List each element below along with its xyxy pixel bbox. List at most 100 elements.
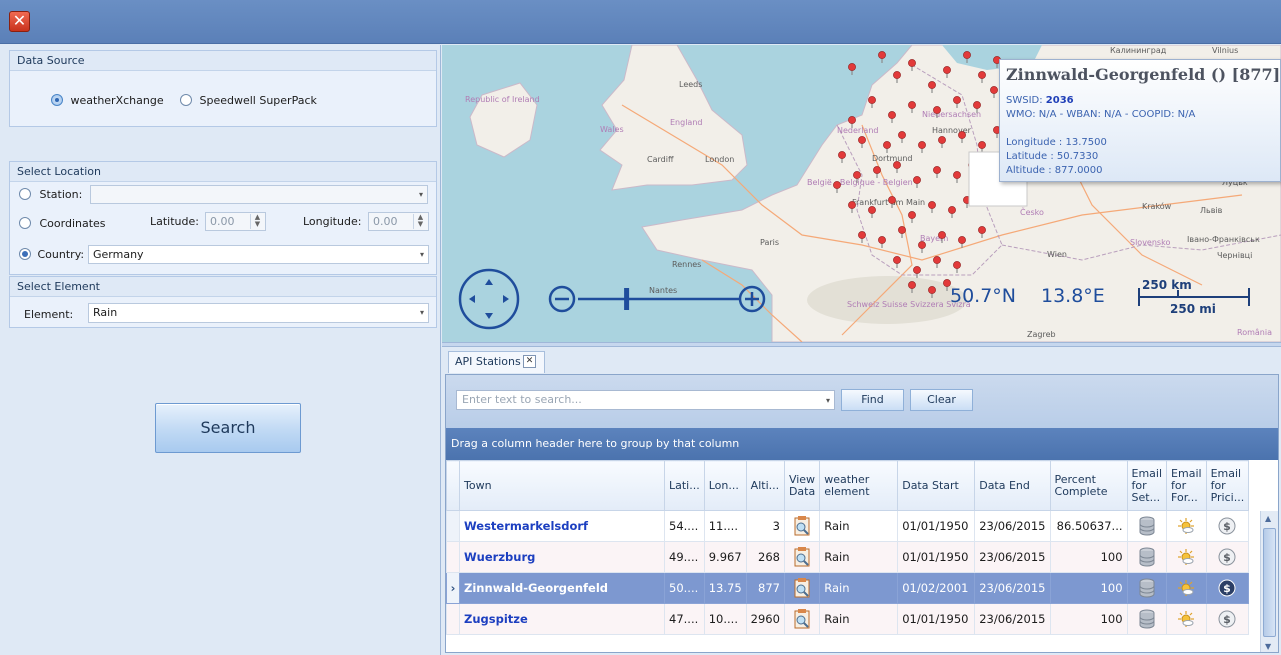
column-header-latitude[interactable]: Lati... — [664, 460, 705, 511]
longitude-input[interactable]: 0.00 ▲ ▼ — [368, 212, 429, 231]
spinner-icon[interactable]: ▲ ▼ — [250, 214, 264, 229]
row-indicator[interactable] — [446, 603, 460, 635]
scroll-thumb[interactable] — [1263, 528, 1276, 637]
view-data-icon[interactable] — [783, 541, 821, 573]
cell-altitude[interactable]: 268 — [745, 541, 785, 573]
radio-weatherxchange[interactable]: weatherXchange — [51, 94, 164, 107]
cell-latitude[interactable]: 49.... — [664, 541, 705, 573]
column-header-data-start[interactable]: Data Start — [897, 460, 976, 511]
spinner-icon[interactable]: ▲ ▼ — [413, 214, 427, 229]
station-pin-icon[interactable] — [893, 256, 901, 264]
close-icon[interactable]: ✕ — [9, 11, 30, 32]
weather-sun-icon[interactable] — [1166, 572, 1207, 604]
column-header-longitude[interactable]: Lon... — [703, 460, 747, 511]
cell-data-start[interactable]: 01/01/1950 — [897, 510, 976, 542]
station-pin-icon[interactable] — [953, 261, 961, 269]
weather-sun-icon[interactable] — [1166, 541, 1207, 573]
map-view[interactable]: Калининград Vilnius Leeds Republic of Ir… — [442, 45, 1281, 342]
station-pin-icon[interactable] — [913, 266, 921, 274]
station-pin-icon[interactable] — [893, 161, 901, 169]
close-icon[interactable]: ✕ — [523, 355, 536, 368]
station-pin-icon[interactable] — [938, 136, 946, 144]
weather-sun-icon[interactable] — [1166, 603, 1207, 635]
station-pin-icon[interactable] — [853, 171, 861, 179]
cell-data-end[interactable]: 23/06/2015 — [974, 541, 1051, 573]
station-select[interactable]: ▾ — [90, 185, 428, 204]
cell-data-end[interactable]: 23/06/2015 — [974, 603, 1051, 635]
cell-percent-complete[interactable]: 100 — [1049, 572, 1128, 604]
station-pin-icon[interactable] — [928, 81, 936, 89]
cell-latitude[interactable]: 54.... — [664, 510, 705, 542]
station-pin-icon[interactable] — [953, 96, 961, 104]
cell-percent-complete[interactable]: 100 — [1049, 603, 1128, 635]
group-by-panel[interactable]: Drag a column header here to group by th… — [446, 428, 1278, 460]
cell-weather-element[interactable]: Rain — [819, 572, 899, 604]
search-input[interactable]: Enter text to search... ▾ — [456, 390, 835, 410]
station-pin-icon[interactable] — [933, 106, 941, 114]
station-pin-icon[interactable] — [898, 131, 906, 139]
element-select[interactable]: Rain ▾ — [88, 303, 429, 323]
station-pin-icon[interactable] — [948, 206, 956, 214]
clear-button[interactable]: Clear — [910, 389, 973, 411]
station-pin-icon[interactable] — [908, 59, 916, 67]
cell-data-start[interactable]: 01/02/2001 — [897, 572, 976, 604]
tab-api-stations[interactable]: API Stations ✕ — [448, 351, 545, 373]
station-pin-icon[interactable] — [888, 111, 896, 119]
station-pin-icon[interactable] — [888, 196, 896, 204]
chevron-down-icon[interactable]: ▾ — [826, 392, 830, 410]
station-pin-icon[interactable] — [848, 63, 856, 71]
column-header-percent-complete[interactable]: Percent Complete — [1049, 460, 1128, 511]
cell-longitude[interactable]: 11.... — [703, 510, 747, 542]
radio-speedwell[interactable]: Speedwell SuperPack — [180, 94, 317, 107]
find-button[interactable]: Find — [841, 389, 904, 411]
station-pin-icon[interactable] — [928, 286, 936, 294]
database-icon[interactable] — [1126, 541, 1168, 573]
column-header-view-data[interactable]: View Data — [783, 460, 821, 511]
column-header-data-end[interactable]: Data End — [974, 460, 1051, 511]
station-pin-icon[interactable] — [898, 226, 906, 234]
station-pin-icon[interactable] — [908, 281, 916, 289]
station-pin-icon[interactable] — [893, 71, 901, 79]
table-row[interactable]: › Zinnwald-Georgenfeld 50.... 13.75 877 Rain 0… — [446, 572, 1250, 604]
station-pin-icon[interactable] — [868, 206, 876, 214]
radio-country[interactable]: Country: — [19, 248, 84, 261]
vertical-scrollbar[interactable]: ▲ ▼ — [1260, 511, 1278, 652]
zoom-slider-thumb[interactable] — [624, 288, 630, 310]
station-pin-icon[interactable] — [908, 211, 916, 219]
cell-altitude[interactable]: 2960 — [745, 603, 785, 635]
cell-data-end[interactable]: 23/06/2015 — [974, 572, 1051, 604]
station-pin-icon[interactable] — [873, 166, 881, 174]
table-row[interactable]: Westermarkelsdorf 54.... 11.... 3 Rain 01/01/… — [446, 510, 1250, 542]
cell-percent-complete[interactable]: 100 — [1049, 541, 1128, 573]
cell-data-start[interactable]: 01/01/1950 — [897, 541, 976, 573]
cell-latitude[interactable]: 50.... — [664, 572, 705, 604]
column-header-town[interactable]: Town — [459, 460, 665, 511]
row-indicator[interactable] — [446, 541, 460, 573]
station-pin-icon[interactable] — [848, 201, 856, 209]
latitude-input[interactable]: 0.00 ▲ ▼ — [205, 212, 266, 231]
dollar-icon[interactable]: $ — [1205, 510, 1250, 542]
station-pin-icon[interactable] — [963, 51, 971, 59]
table-row[interactable]: Zugspitze 47.... 10.... 2960 Rain 01/01/1950 2… — [446, 603, 1250, 635]
station-pin-icon[interactable] — [878, 236, 886, 244]
dollar-icon[interactable]: $ — [1205, 603, 1250, 635]
cell-longitude[interactable]: 9.967 — [703, 541, 747, 573]
row-indicator[interactable] — [446, 510, 460, 542]
database-icon[interactable] — [1126, 572, 1168, 604]
station-pin-icon[interactable] — [838, 151, 846, 159]
station-pin-icon[interactable] — [858, 231, 866, 239]
cell-data-start[interactable]: 01/01/1950 — [897, 603, 976, 635]
station-pin-icon[interactable] — [848, 116, 856, 124]
station-pin-icon[interactable] — [990, 86, 998, 94]
cell-altitude[interactable]: 3 — [745, 510, 785, 542]
cell-percent-complete[interactable]: 86.50637... — [1049, 510, 1128, 542]
cell-weather-element[interactable]: Rain — [819, 510, 899, 542]
station-pin-icon[interactable] — [978, 141, 986, 149]
cell-altitude[interactable]: 877 — [745, 572, 785, 604]
cell-longitude[interactable]: 13.75 — [703, 572, 747, 604]
cell-latitude[interactable]: 47.... — [664, 603, 705, 635]
station-pin-icon[interactable] — [908, 101, 916, 109]
cell-town[interactable]: Westermarkelsdorf — [459, 510, 665, 542]
cell-town[interactable]: Wuerzburg — [459, 541, 665, 573]
station-pin-icon[interactable] — [918, 241, 926, 249]
